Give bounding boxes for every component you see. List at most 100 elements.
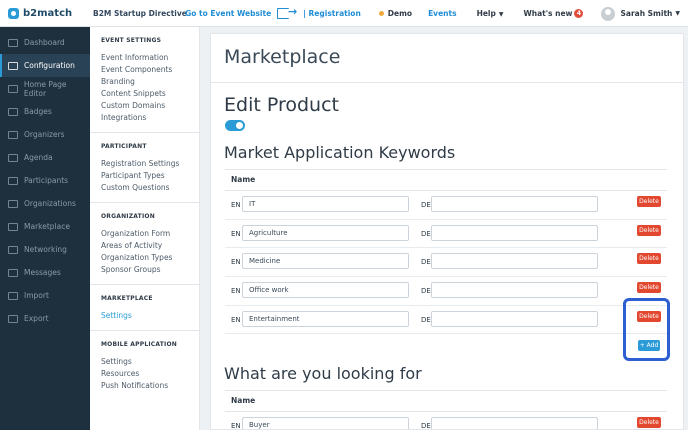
help-menu[interactable]: Help ▼ bbox=[477, 9, 504, 18]
subnav-link-organization-types[interactable]: Organization Types bbox=[101, 252, 199, 264]
delete-button[interactable]: Delete bbox=[637, 417, 661, 428]
keywords-table: Name EN IT DE Delete EN Agriculture DE D… bbox=[225, 169, 667, 335]
keyword-de-input[interactable] bbox=[431, 253, 598, 270]
table-row: EN Agriculture DE Delete bbox=[225, 220, 667, 249]
looking-for-de-input[interactable] bbox=[431, 417, 598, 429]
keyword-en-input[interactable]: Office work bbox=[242, 282, 409, 299]
subnav-link-areas-of-activity[interactable]: Areas of Activity bbox=[101, 240, 199, 252]
subnav-link-event-components[interactable]: Event Components bbox=[101, 64, 199, 76]
looking-for-en-input[interactable]: Buyer bbox=[242, 417, 409, 429]
subnav-link-integrations[interactable]: Integrations bbox=[101, 112, 199, 124]
sidebar-item-participants[interactable]: Participants bbox=[0, 169, 90, 192]
sidebar-item-label: Organizations bbox=[24, 199, 76, 208]
sidebar-item-label: Home Page Editor bbox=[23, 79, 67, 98]
sidebar-item-import[interactable]: Import bbox=[0, 284, 90, 307]
subnav-heading: ORGANIZATION bbox=[101, 213, 155, 220]
table-row: EN Entertainment DE Delete bbox=[225, 306, 667, 335]
top-nav: Go to Event Website | Registration Demo … bbox=[185, 0, 680, 27]
table-header-name: Name bbox=[225, 169, 667, 191]
status-dot-icon bbox=[378, 11, 384, 16]
building-icon bbox=[8, 199, 18, 208]
keyword-de-input[interactable] bbox=[431, 196, 598, 212]
network-icon bbox=[8, 245, 18, 254]
delete-button[interactable]: Delete bbox=[637, 224, 661, 236]
registration-link[interactable]: | Registration bbox=[303, 9, 361, 18]
delete-button[interactable]: Delete bbox=[637, 253, 661, 265]
exit-icon bbox=[277, 5, 297, 19]
sidebar-item-label: Messages bbox=[24, 268, 61, 277]
subnav-link-resources[interactable]: Resources bbox=[101, 368, 199, 380]
mail-icon bbox=[8, 268, 18, 277]
sidebar-item-organizations[interactable]: Organizations bbox=[0, 192, 90, 215]
subnav-section-marketplace: MARKETPLACE Settings bbox=[90, 285, 199, 331]
sidebar-item-export[interactable]: Export bbox=[0, 307, 90, 330]
keyword-en-input[interactable]: IT bbox=[242, 196, 409, 212]
sidebar-item-dashboard[interactable]: Dashboard bbox=[0, 31, 90, 54]
organizers-icon bbox=[8, 130, 18, 139]
sidebar-item-configuration[interactable]: Configuration bbox=[0, 54, 90, 77]
subnav-link-mobile-settings[interactable]: Settings bbox=[101, 356, 199, 368]
divider bbox=[211, 82, 683, 83]
subnav-link-branding[interactable]: Branding bbox=[101, 76, 199, 88]
avatar bbox=[601, 6, 616, 21]
sidebar-item-marketplace[interactable]: Marketplace bbox=[0, 215, 90, 238]
keywords-heading: Market Application Keywords bbox=[224, 143, 456, 162]
demo-label: Demo bbox=[387, 9, 413, 18]
keyword-de-input[interactable] bbox=[431, 282, 598, 299]
demo-link[interactable]: Demo bbox=[378, 9, 413, 18]
looking-for-heading: What are you looking for bbox=[224, 364, 422, 383]
subnav-link-custom-domains[interactable]: Custom Domains bbox=[101, 100, 199, 112]
keyword-en-input[interactable]: Entertainment bbox=[242, 310, 409, 327]
user-menu[interactable]: Sarah Smith ▼ bbox=[601, 6, 680, 21]
sidebar-item-label: Marketplace bbox=[24, 222, 70, 231]
subnav-link-sponsor-groups[interactable]: Sponsor Groups bbox=[101, 264, 199, 276]
badge-icon bbox=[8, 107, 18, 116]
sidebar-item-messages[interactable]: Messages bbox=[0, 261, 90, 284]
dashboard-icon bbox=[8, 38, 18, 47]
sidebar-item-home-page-editor[interactable]: Home Page Editor bbox=[0, 77, 90, 100]
import-icon bbox=[8, 291, 18, 300]
subnav-link-participant-types[interactable]: Participant Types bbox=[101, 170, 199, 182]
table-row: EN Buyer DE Delete bbox=[225, 412, 667, 429]
logo-text: b2match bbox=[23, 7, 73, 19]
subnav-link-content-snippets[interactable]: Content Snippets bbox=[101, 88, 199, 100]
subnav-heading: MOBILE APPLICATION bbox=[101, 341, 178, 348]
delete-button[interactable]: Delete bbox=[637, 282, 661, 294]
sidebar-item-label: Networking bbox=[24, 245, 67, 254]
subnav-link-custom-questions[interactable]: Custom Questions bbox=[101, 182, 199, 194]
lang-label-de: DE bbox=[421, 287, 431, 296]
app-title: B2M Startup Directive bbox=[93, 8, 187, 18]
logo-icon bbox=[8, 7, 19, 19]
sidebar-item-label: Import bbox=[24, 291, 49, 300]
subnav-link-organization-form[interactable]: Organization Form bbox=[101, 228, 199, 240]
subnav-link-event-information[interactable]: Event Information bbox=[101, 52, 199, 64]
chevron-down-icon: ▼ bbox=[675, 10, 680, 17]
sidebar-item-badges[interactable]: Badges bbox=[0, 100, 90, 123]
events-link[interactable]: Events bbox=[428, 9, 457, 18]
whats-new-button[interactable]: What's new 4 bbox=[524, 9, 584, 18]
subnav-link-push-notifications[interactable]: Push Notifications bbox=[101, 380, 199, 392]
logo[interactable]: b2match bbox=[0, 7, 90, 19]
top-bar: b2match B2M Startup Directive Go to Even… bbox=[0, 0, 688, 27]
subnav-link-marketplace-settings[interactable]: Settings bbox=[101, 310, 199, 322]
subnav-section-organization: ORGANIZATION Organization Form Areas of … bbox=[90, 203, 199, 285]
keyword-de-input[interactable] bbox=[431, 310, 598, 327]
lang-label-de: DE bbox=[421, 315, 431, 324]
sidebar-item-networking[interactable]: Networking bbox=[0, 238, 90, 261]
sidebar-item-agenda[interactable]: Agenda bbox=[0, 146, 90, 169]
event-website-link[interactable]: Go to Event Website bbox=[185, 9, 271, 18]
keyword-en-input[interactable]: Medicine bbox=[242, 253, 409, 270]
sidebar-item-label: Agenda bbox=[24, 153, 53, 162]
user-name: Sarah Smith bbox=[620, 9, 673, 18]
keyword-de-input[interactable] bbox=[431, 224, 598, 241]
participants-icon bbox=[8, 176, 18, 185]
lang-label-en: EN bbox=[231, 287, 241, 296]
keyword-en-input[interactable]: Agriculture bbox=[242, 224, 409, 241]
subnav-link-registration-settings[interactable]: Registration Settings bbox=[101, 158, 199, 170]
sidebar-item-organizers[interactable]: Organizers bbox=[0, 123, 90, 146]
lang-label-en: EN bbox=[231, 229, 241, 238]
lang-label-de: DE bbox=[421, 229, 431, 238]
delete-button[interactable]: Delete bbox=[637, 196, 661, 207]
whats-new-label: What's new bbox=[523, 9, 573, 18]
edit-product-toggle[interactable] bbox=[225, 120, 245, 131]
